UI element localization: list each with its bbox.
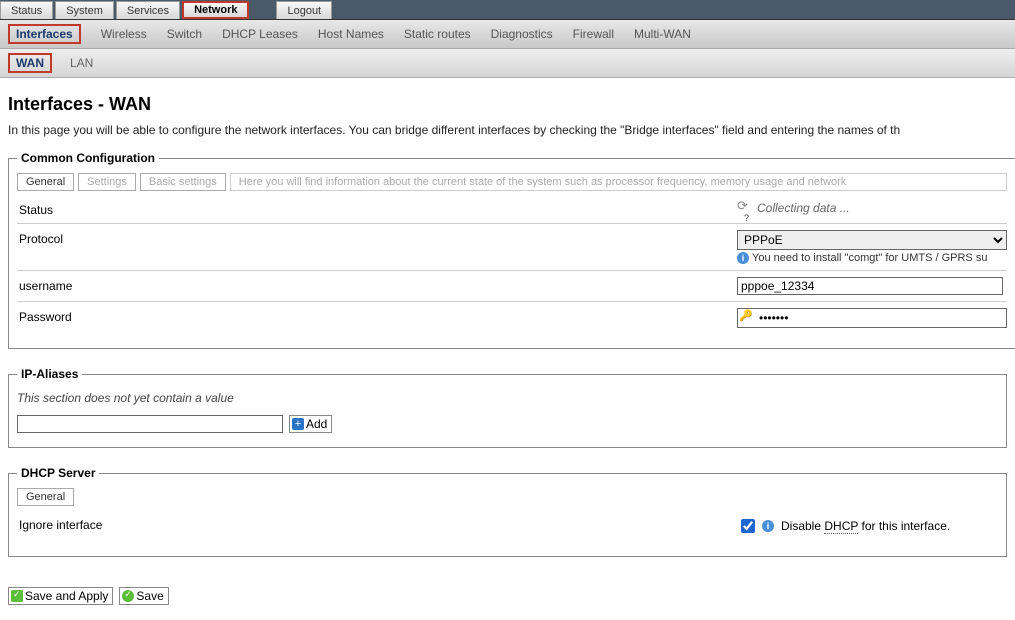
password-label: Password (17, 308, 737, 324)
subnav-interfaces[interactable]: Interfaces (8, 24, 81, 44)
save-apply-button[interactable]: Save and Apply (8, 587, 113, 605)
protocol-hint: You need to install "comgt" for UMTS / G… (752, 252, 987, 264)
iface-lan[interactable]: LAN (70, 56, 93, 70)
protocol-select[interactable]: PPPoE (737, 230, 1007, 250)
info-icon: i (737, 252, 749, 264)
tab-settings[interactable]: Settings (78, 173, 136, 191)
save-label: Save (136, 589, 163, 603)
username-input[interactable] (737, 277, 1003, 295)
info-icon: i (762, 520, 774, 532)
interface-nav: WAN LAN (0, 49, 1015, 78)
ip-aliases-legend: IP-Aliases (17, 367, 82, 381)
password-row: Password (17, 302, 1007, 334)
top-nav: Status System Services Network Logout (0, 0, 1015, 20)
alias-input[interactable] (17, 415, 283, 433)
status-value: Collecting data ... (757, 201, 850, 215)
iface-wan[interactable]: WAN (8, 53, 52, 73)
add-button-label: Add (306, 417, 327, 431)
subnav-multi-wan[interactable]: Multi-WAN (634, 27, 691, 41)
topnav-services[interactable]: Services (116, 1, 180, 19)
protocol-row: Protocol PPPoE iYou need to install "com… (17, 224, 1007, 271)
subnav-firewall[interactable]: Firewall (573, 27, 614, 41)
save-icon (122, 590, 134, 602)
subnav-diagnostics[interactable]: Diagnostics (491, 27, 553, 41)
add-alias-button[interactable]: + Add (289, 415, 332, 433)
disable-dhcp-text: Disable DHCP for this interface. (781, 519, 950, 533)
protocol-label: Protocol (17, 230, 737, 246)
ip-aliases-section: IP-Aliases This section does not yet con… (8, 367, 1007, 448)
button-bar: Save and Apply Save (0, 583, 1015, 609)
loading-icon (737, 201, 751, 215)
topnav-network[interactable]: Network (182, 1, 249, 19)
content: Interfaces - WAN In this page you will b… (0, 78, 1015, 583)
subnav-host-names[interactable]: Host Names (318, 27, 384, 41)
tab-note: Here you will find information about the… (230, 173, 1007, 191)
save-button[interactable]: Save (119, 587, 168, 605)
ignore-interface-label: Ignore interface (17, 516, 737, 532)
topnav-logout[interactable]: Logout (276, 1, 332, 19)
dhcp-server-section: DHCP Server General Ignore interface i D… (8, 466, 1007, 557)
common-config-section: Common Configuration General Settings Ba… (8, 151, 1015, 349)
tab-general[interactable]: General (17, 173, 74, 191)
page-description: In this page you will be able to configu… (8, 123, 1007, 137)
subnav-wireless[interactable]: Wireless (101, 27, 147, 41)
topnav-status[interactable]: Status (0, 1, 53, 19)
topnav-system[interactable]: System (55, 1, 114, 19)
key-icon (740, 311, 754, 325)
common-config-legend: Common Configuration (17, 151, 159, 165)
status-label: Status (17, 201, 737, 217)
common-tabs: General Settings Basic settings Here you… (17, 173, 1007, 191)
status-row: Status Collecting data ... (17, 195, 1007, 224)
ip-aliases-empty: This section does not yet contain a valu… (17, 391, 998, 405)
plus-icon: + (292, 418, 304, 430)
subnav-dhcp-leases[interactable]: DHCP Leases (222, 27, 298, 41)
ignore-interface-checkbox[interactable] (741, 519, 755, 533)
dhcp-tab-general[interactable]: General (17, 488, 74, 506)
subnav-switch[interactable]: Switch (167, 27, 202, 41)
password-input[interactable] (756, 309, 1006, 327)
subnav-static-routes[interactable]: Static routes (404, 27, 471, 41)
save-apply-label: Save and Apply (25, 589, 108, 603)
ignore-interface-row: Ignore interface i Disable DHCP for this… (17, 510, 998, 542)
page-title: Interfaces - WAN (8, 94, 1007, 115)
tab-basic-settings[interactable]: Basic settings (140, 173, 226, 191)
dhcp-server-legend: DHCP Server (17, 466, 99, 480)
apply-icon (11, 590, 23, 602)
sub-nav: Interfaces Wireless Switch DHCP Leases H… (0, 20, 1015, 49)
username-label: username (17, 277, 737, 293)
username-row: username (17, 271, 1007, 302)
